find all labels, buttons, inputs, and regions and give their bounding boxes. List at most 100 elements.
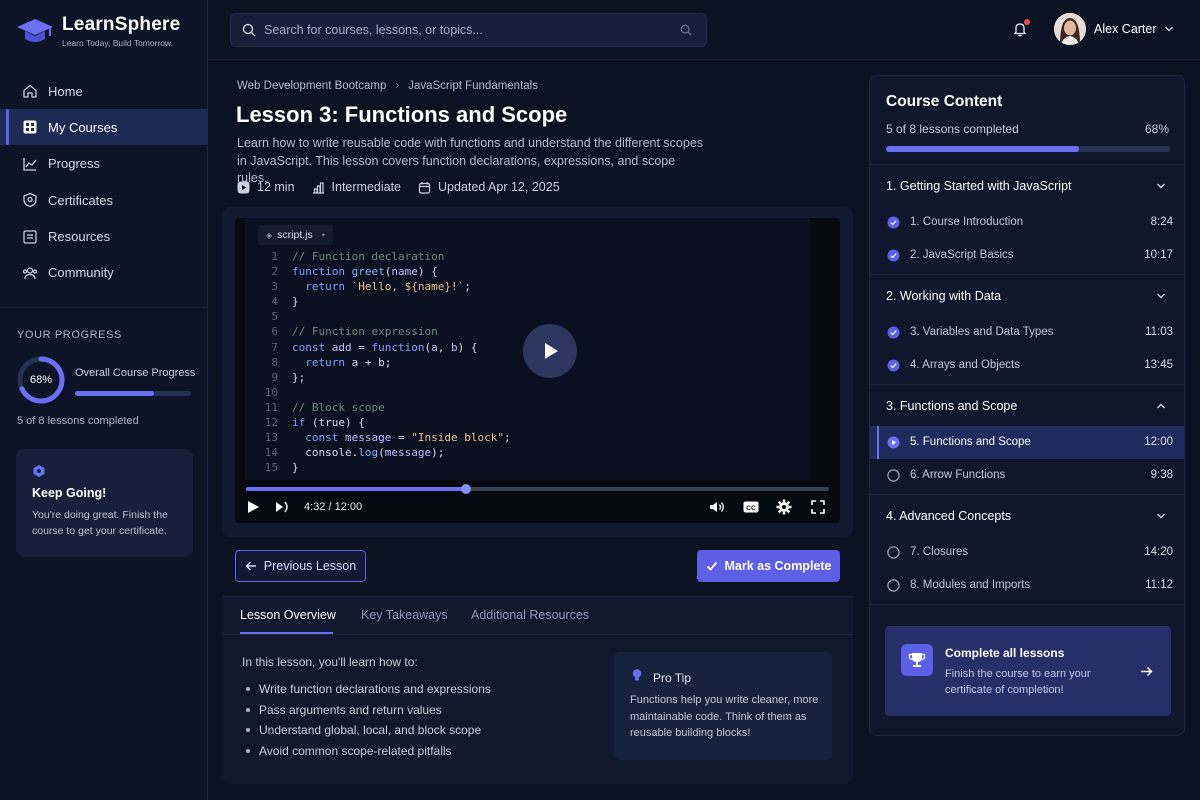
sidebar-item-certificates[interactable]: Certificates (0, 182, 208, 218)
code-block: 1// Function declaration 2 function greet(… (245, 250, 511, 476)
code-line: 7 const add = function(a, b) { (245, 341, 511, 356)
previous-lesson-button[interactable]: Previous Lesson (235, 550, 366, 582)
lesson-item[interactable]: 5. Functions and Scope 12:00 (870, 426, 1184, 459)
code-token: // Function expression (292, 325, 438, 339)
previous-lesson-label: Previous Lesson (263, 559, 357, 573)
section-header[interactable]: 4. Advanced Concepts (870, 496, 1184, 536)
code-token: b (450, 340, 458, 354)
code-token: , (437, 340, 451, 354)
video-time: 4:32 / 12:00 (304, 501, 363, 513)
code-token: } (292, 461, 299, 475)
sidebar-nav: Home My Courses Progress Certificates Re… (0, 73, 208, 291)
tab-key-takeaways[interactable]: Key Takeaways (361, 608, 448, 622)
lesson-duration: 11:12 (1145, 579, 1173, 591)
code-token: "Inside block" (411, 431, 504, 445)
chart-icon (23, 157, 37, 171)
divider (870, 604, 1184, 605)
code-token: ) { (417, 265, 438, 279)
check-icon (706, 561, 717, 571)
code-token: a (431, 340, 438, 354)
section-title: 3. Functions and Scope (886, 399, 1018, 413)
complete-all-body: Finish the course to earn your certifica… (945, 668, 1091, 696)
section-header[interactable]: 1. Getting Started with JavaScript (870, 166, 1184, 206)
play-icon (545, 343, 558, 359)
code-token: `Hello, ${name}!` (351, 280, 465, 294)
lesson-item[interactable]: 3. Variables and Data Types 11:03 (870, 316, 1184, 349)
chevron-up-icon (1157, 403, 1165, 409)
sidebar-item-resources[interactable]: Resources (0, 219, 208, 255)
chevron-down-icon[interactable] (1164, 24, 1174, 34)
sidebar-item-progress[interactable]: Progress (0, 146, 208, 182)
progress-heading: YOUR PROGRESS (17, 329, 122, 341)
lightbulb-icon (632, 669, 642, 681)
section-header[interactable]: 2. Working with Data (870, 276, 1184, 316)
breadcrumb: Web Development Bootcamp › JavaScript Fu… (237, 80, 538, 92)
video-player[interactable]: ◈ script.js • 1// Function declaration 2 f… (235, 218, 840, 523)
code-line: 12 if (true) { (245, 416, 511, 431)
line-number: 15 (264, 461, 278, 475)
search-icon (242, 23, 256, 37)
lesson-item[interactable]: 2. JavaScript Basics 10:17 (870, 239, 1184, 272)
keep-going-card: Keep Going! You're doing great. Finish t… (16, 449, 193, 557)
lesson-item[interactable]: 8. Modules and Imports 11:12 (870, 569, 1184, 602)
lesson-item[interactable]: 4. Arrays and Objects 13:45 (870, 349, 1184, 382)
check-circle-icon (887, 249, 900, 262)
settings-button[interactable] (776, 499, 792, 515)
list-item: Understand global, local, and block scop… (246, 720, 491, 741)
sidebar-item-my-courses[interactable]: My Courses (0, 109, 208, 146)
skip-forward-button[interactable] (275, 499, 291, 515)
user-name[interactable]: Alex Carter (1094, 22, 1157, 36)
play-button[interactable] (523, 324, 577, 378)
chevron-down-icon (1157, 293, 1165, 299)
avatar[interactable] (1054, 13, 1086, 45)
tab-additional-resources[interactable]: Additional Resources (471, 608, 589, 622)
file-tab-name: script.js (277, 229, 313, 241)
course-content-panel: Course Content 5 of 8 lessons completed … (869, 75, 1185, 736)
volume-button[interactable] (709, 499, 725, 515)
brand-logo[interactable]: LearnSphere Learn Today, Build Tomorrow. (16, 14, 180, 48)
sidebar-item-home[interactable]: Home (0, 73, 208, 109)
sidebar-item-label: Community (48, 265, 114, 281)
lesson-name: 4. Arrays and Objects (910, 359, 1020, 371)
lesson-updated-date: Updated Apr 12, 2025 (438, 180, 560, 194)
video-seek-bar[interactable] (246, 484, 829, 494)
lesson-item[interactable]: 1. Course Introduction 8:24 (870, 206, 1184, 239)
lesson-item[interactable]: 6. Arrow Functions 9:38 (870, 459, 1184, 492)
lesson-name: 2. JavaScript Basics (910, 249, 1014, 261)
section-header[interactable]: 3. Functions and Scope (870, 386, 1184, 426)
overview-list: Write function declarations and expressi… (246, 679, 491, 761)
video-seek-handle[interactable] (461, 484, 472, 494)
play-control-button[interactable] (246, 499, 260, 515)
mark-complete-label: Mark as Complete (724, 559, 832, 573)
search-bar[interactable] (230, 13, 707, 47)
lesson-item[interactable]: 7. Closures 14:20 (870, 536, 1184, 569)
sidebar-item-community[interactable]: Community (0, 255, 208, 291)
breadcrumb-item-module[interactable]: JavaScript Fundamentals (408, 80, 538, 92)
pro-tip-title: Pro Tip (653, 671, 692, 685)
code-line: 11 // Block scope (245, 401, 511, 416)
complete-all-card[interactable]: Complete all lessons Finish the course t… (885, 626, 1171, 716)
code-token: ( (424, 340, 432, 354)
mark-complete-button[interactable]: Mark as Complete (697, 550, 840, 582)
code-token: return (305, 355, 352, 369)
search-submit-icon[interactable] (680, 24, 692, 36)
arrow-right-icon[interactable] (1140, 665, 1153, 678)
code-token: function (292, 265, 352, 279)
check-circle-icon (887, 359, 900, 372)
captions-button[interactable]: CC (743, 499, 759, 515)
lesson-level: Intermediate (331, 180, 402, 194)
courses-icon (23, 120, 37, 134)
tab-lesson-overview[interactable]: Lesson Overview (240, 608, 336, 622)
breadcrumb-item-course[interactable]: Web Development Bootcamp (237, 80, 386, 92)
line-number: 6 (271, 325, 278, 339)
course-lessons-count: 5 of 8 lessons completed (886, 122, 1019, 136)
notifications-button[interactable] (1004, 12, 1036, 46)
fullscreen-button[interactable] (811, 499, 825, 515)
lesson-name: 1. Course Introduction (910, 216, 1024, 228)
search-input[interactable] (264, 23, 664, 37)
line-number: 2 (271, 265, 278, 279)
code-line: 13 const message = "Inside block"; (245, 431, 511, 446)
brand-name: LearnSphere (62, 14, 181, 35)
